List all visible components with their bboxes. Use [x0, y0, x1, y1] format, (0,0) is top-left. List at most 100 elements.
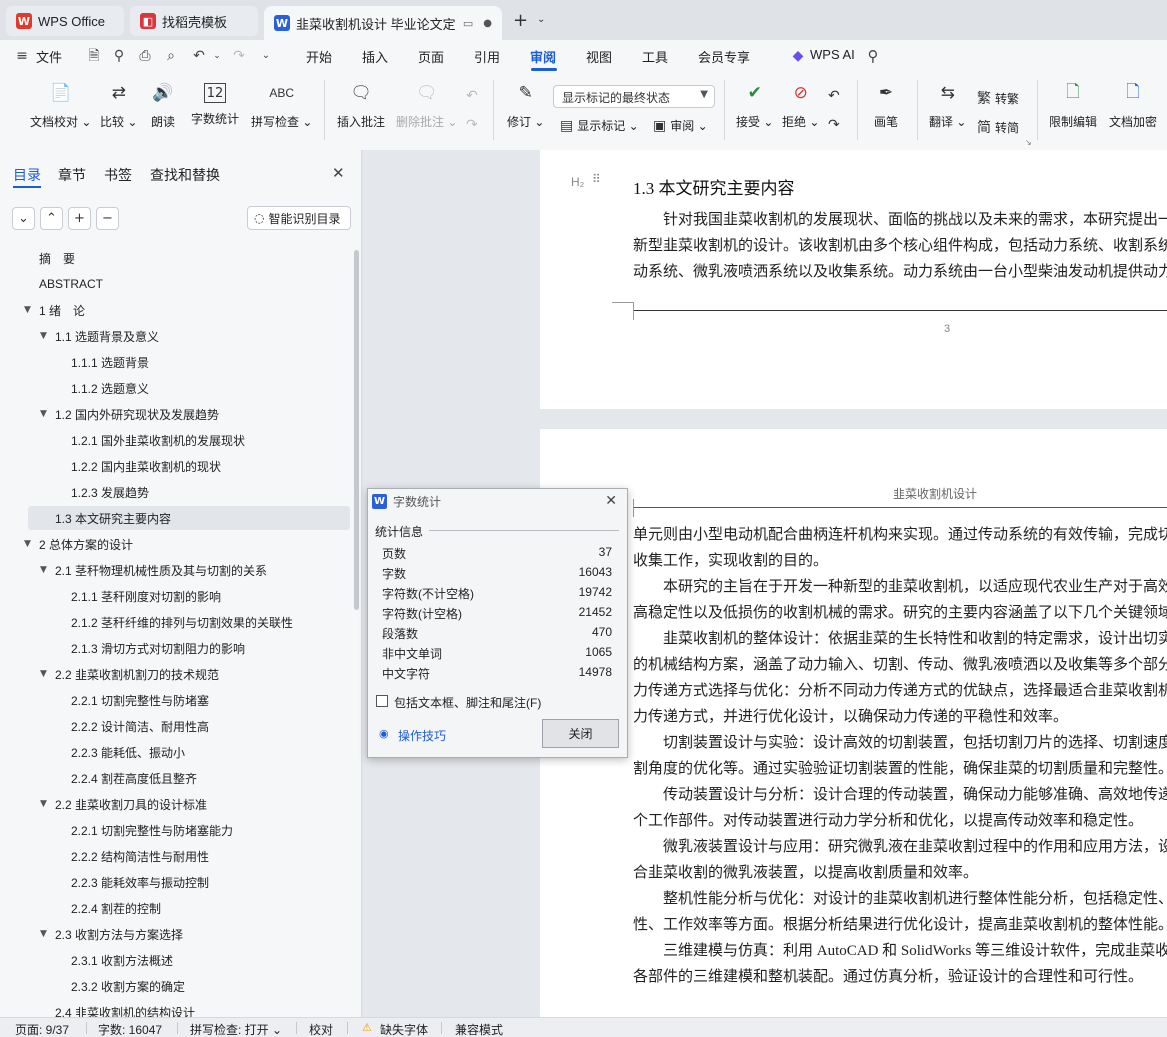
nav-tab-chapters[interactable]: 章节: [58, 165, 86, 185]
toc-item[interactable]: 1.1.1 选题背景: [0, 350, 352, 374]
expand-arrow-icon[interactable]: ▼: [40, 669, 52, 679]
print-icon[interactable]: ⎙: [137, 48, 153, 64]
insert-comment-button[interactable]: 🗨 插入批注: [337, 80, 385, 130]
read-aloud-button[interactable]: 🔊 朗读: [150, 80, 176, 130]
toc-item[interactable]: 2.3.1 收割方法概述: [0, 948, 352, 972]
undo-chevron-icon[interactable]: ⌄: [209, 48, 225, 64]
prev-comment-icon[interactable]: ↶: [466, 88, 482, 104]
expand-arrow-icon[interactable]: ▼: [24, 539, 36, 549]
nav-tab-bookmarks[interactable]: 书签: [104, 165, 132, 185]
toc-item[interactable]: ▼ 1.2 国内外研究现状及发展趋势: [0, 402, 352, 426]
toc-item[interactable]: ▼ 2 总体方案的设计: [0, 532, 352, 556]
close-button[interactable]: 关闭: [542, 719, 619, 748]
delete-comment-button[interactable]: 🗨 删除批注 ⌄: [396, 80, 457, 130]
menu-layout[interactable]: 页面: [418, 47, 444, 66]
nav-tab-toc[interactable]: 目录: [13, 165, 41, 185]
menu-wps-ai[interactable]: WPS AI: [810, 47, 855, 62]
menu-references[interactable]: 引用: [474, 47, 500, 66]
toc-item[interactable]: 1.2.1 国外韭菜收割机的发展现状: [0, 428, 352, 452]
nav-tab-find-replace[interactable]: 查找和替换: [150, 165, 220, 185]
next-change-icon[interactable]: ↷: [828, 117, 844, 133]
toc-item[interactable]: 2.2.4 割茬高度低且整齐: [0, 766, 352, 790]
tab-wps-office[interactable]: W WPS Office: [6, 6, 124, 36]
to-traditional-button[interactable]: 繁转繁: [977, 88, 1019, 108]
undo-icon[interactable]: ↶: [191, 48, 207, 64]
toc-item[interactable]: 1.2.2 国内韭菜收割机的现状: [0, 454, 352, 478]
toc-item[interactable]: ▼ 1 绪 论: [0, 298, 352, 322]
print-preview-icon[interactable]: ⌕: [163, 48, 179, 64]
search-icon[interactable]: ⚲: [865, 48, 881, 64]
expand-arrow-icon[interactable]: ▼: [40, 331, 52, 341]
nav-scrollbar[interactable]: [354, 250, 359, 610]
toc-item[interactable]: 摘 要: [0, 246, 352, 270]
save-icon[interactable]: 🗎: [86, 48, 102, 64]
toc-item[interactable]: 2.2.3 能耗效率与振动控制: [0, 870, 352, 894]
expand-arrow-icon[interactable]: ▼: [40, 799, 52, 809]
doc-encrypt-button[interactable]: 🗋 文档加密: [1109, 80, 1157, 130]
spell-check-button[interactable]: ABC 拼写检查 ⌄: [251, 80, 312, 130]
toc-item[interactable]: ▼ 2.2 韭菜收割机割刀的技术规范: [0, 662, 352, 686]
toc-item[interactable]: 2.4 韭菜收割机的结构设计: [0, 1000, 352, 1018]
expand-arrow-icon[interactable]: ▼: [40, 929, 52, 939]
tab-list-chevron-icon[interactable]: ⌄: [537, 14, 545, 25]
word-count-indicator[interactable]: 字数: 16047: [98, 1021, 162, 1037]
add-toc-item-button[interactable]: +: [68, 207, 91, 230]
review-pane-button[interactable]: ▣ 审阅 ⌄: [653, 117, 708, 134]
toc-item[interactable]: 2.3.2 收割方案的确定: [0, 974, 352, 998]
menu-member[interactable]: 会员专享: [698, 47, 750, 66]
tips-link[interactable]: 操作技巧: [398, 727, 446, 744]
to-simplified-button[interactable]: 简转简: [977, 117, 1019, 137]
missing-font-indicator[interactable]: 缺失字体: [380, 1021, 428, 1037]
markup-display-select[interactable]: 显示标记的最终状态 ▼: [553, 85, 715, 108]
menu-review[interactable]: 审阅: [530, 47, 556, 66]
page-indicator[interactable]: 页面: 9/37: [15, 1021, 69, 1037]
expand-arrow-icon[interactable]: ▼: [24, 305, 36, 315]
toc-item[interactable]: ▼ 2.3 收割方法与方案选择: [0, 922, 352, 946]
toc-item[interactable]: 2.1.2 茎秆纤维的排列与切割效果的关联性: [0, 610, 352, 634]
compat-mode-indicator[interactable]: 兼容模式: [455, 1021, 503, 1037]
expand-arrow-icon[interactable]: ▼: [40, 409, 52, 419]
toc-item[interactable]: 2.1.1 茎秆刚度对切割的影响: [0, 584, 352, 608]
more-chevron-icon[interactable]: ⌄: [258, 48, 274, 64]
spell-check-indicator[interactable]: 拼写检查: 打开 ⌄: [190, 1021, 282, 1037]
toc-item[interactable]: ABSTRACT: [0, 272, 352, 296]
smart-toc-button[interactable]: ◌ 智能识别目录: [247, 206, 351, 230]
toc-item[interactable]: 2.2.2 结构简洁性与耐用性: [0, 844, 352, 868]
toc-item[interactable]: ▼ 2.1 茎秆物理机械性质及其与切割的关系: [0, 558, 352, 582]
close-pane-icon[interactable]: ✕: [332, 164, 345, 182]
remove-toc-item-button[interactable]: −: [96, 207, 119, 230]
word-count-button[interactable]: 12 字数统计: [191, 80, 239, 127]
include-textbox-checkbox[interactable]: [376, 695, 388, 707]
wps-ai-icon[interactable]: ◆: [790, 48, 806, 64]
compare-button[interactable]: ⇄ 比较 ⌄: [100, 80, 137, 130]
toc-item[interactable]: 1.3 本文研究主要内容: [28, 506, 350, 530]
monitor-icon[interactable]: ▭: [463, 17, 473, 30]
redo-icon[interactable]: ↷: [231, 48, 247, 64]
toc-item[interactable]: 2.2.3 能耗低、振动小: [0, 740, 352, 764]
toc-item[interactable]: 1.2.3 发展趋势: [0, 480, 352, 504]
menu-tools[interactable]: 工具: [642, 47, 668, 66]
menu-file[interactable]: 文件: [36, 47, 62, 66]
share-icon[interactable]: ⚲: [111, 48, 127, 64]
new-tab-plus-icon[interactable]: +: [513, 10, 528, 31]
show-markup-button[interactable]: ▤ 显示标记 ⌄: [560, 117, 639, 134]
toc-item[interactable]: 2.2.1 切割完整性与防堵塞: [0, 688, 352, 712]
toc-item[interactable]: 2.2.2 设计简洁、耐用性高: [0, 714, 352, 738]
hamburger-icon[interactable]: ≡: [14, 48, 30, 64]
expand-arrow-icon[interactable]: ▼: [40, 565, 52, 575]
doc-proof-button[interactable]: 📄 文档校对 ⌄: [30, 80, 91, 130]
accept-button[interactable]: ✔ 接受 ⌄: [736, 80, 773, 130]
translate-button[interactable]: ⇆ 翻译 ⌄: [929, 80, 966, 130]
reject-button[interactable]: ⊘ 拒绝 ⌄: [782, 80, 819, 130]
unsaved-dot-icon[interactable]: ●: [483, 18, 492, 29]
toc-item[interactable]: ▼ 1.1 选题背景及意义: [0, 324, 352, 348]
collapse-all-button[interactable]: ⌄: [12, 207, 35, 230]
menu-view[interactable]: 视图: [586, 47, 612, 66]
restrict-edit-button[interactable]: 🗋 限制编辑: [1049, 80, 1097, 130]
prev-change-icon[interactable]: ↶: [828, 88, 844, 104]
proof-indicator[interactable]: 校对: [309, 1021, 333, 1037]
close-icon[interactable]: ✕: [605, 493, 617, 509]
tab-document[interactable]: W 韭菜收割机设计 毕业论文定稿 ▭ ●: [264, 6, 502, 40]
menu-insert[interactable]: 插入: [362, 47, 388, 66]
expand-up-button[interactable]: ⌃: [40, 207, 63, 230]
